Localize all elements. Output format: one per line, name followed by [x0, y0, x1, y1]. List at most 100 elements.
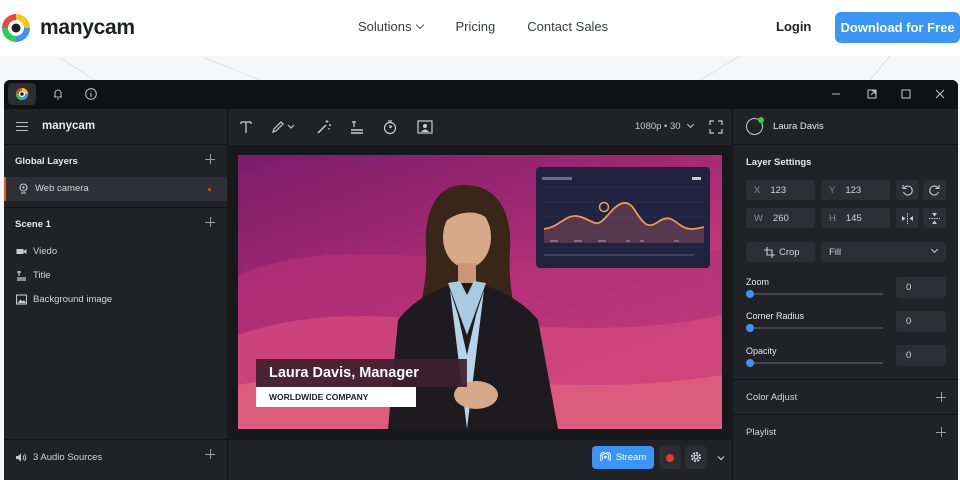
chevron-down-icon — [416, 20, 425, 30]
fit-mode-value: Fill — [829, 247, 842, 258]
user-row[interactable]: Laura Davis — [733, 109, 958, 145]
nav-contact-sales[interactable]: Contact Sales — [527, 19, 608, 34]
opacity-value[interactable]: 0 — [896, 345, 946, 366]
y-label: Y — [829, 185, 836, 196]
stream-button-label: Stream — [615, 452, 647, 463]
timer-icon[interactable] — [382, 119, 398, 135]
video-camera-icon — [16, 249, 27, 254]
app-logo-button[interactable] — [8, 83, 36, 105]
right-panel: Laura Davis Layer Settings X 123 Y 123 W 26… — [733, 109, 958, 480]
rotate-left-button[interactable] — [896, 180, 919, 200]
layer-background-image-label: Background image — [33, 294, 113, 305]
login-link[interactable]: Login — [776, 19, 811, 34]
resolution-selector[interactable]: 1080p • 30 — [635, 120, 694, 132]
corner-radius-slider-track[interactable] — [750, 327, 883, 329]
nav-pricing[interactable]: Pricing — [455, 19, 495, 34]
audio-sources-label: 3 Audio Sources — [33, 452, 103, 463]
x-value: 123 — [770, 185, 787, 196]
flip-vertical-icon — [929, 213, 940, 224]
flip-horizontal-button[interactable] — [896, 208, 919, 228]
global-layers-title: Global Layers — [15, 156, 78, 167]
pen-tool-icon[interactable] — [270, 119, 286, 135]
chevron-down-icon — [930, 245, 939, 254]
opacity-label: Opacity — [746, 346, 777, 356]
record-button[interactable] — [659, 446, 681, 469]
info-icon[interactable] — [84, 87, 98, 101]
site-header: manycam Solutions Pricing Contact Sales … — [0, 0, 960, 81]
editor-toolbar: 1080p • 30 — [227, 109, 733, 145]
bell-icon[interactable] — [51, 87, 65, 101]
opacity-slider-knob[interactable] — [746, 359, 754, 367]
crop-icon — [764, 247, 775, 258]
flip-horizontal-icon — [902, 213, 913, 224]
chroma-key-icon[interactable] — [417, 119, 433, 135]
layer-web-camera[interactable]: Web camera — [4, 177, 227, 201]
add-global-layer-icon[interactable] — [205, 154, 215, 164]
scene-title: Scene 1 — [15, 219, 51, 230]
text-tool-icon[interactable] — [238, 119, 254, 135]
x-field[interactable]: X 123 — [746, 180, 815, 200]
expand-color-adjust-icon[interactable] — [936, 392, 946, 402]
minimize-icon[interactable] — [830, 88, 842, 100]
layer-title-label: Title — [33, 270, 51, 281]
download-button[interactable]: Download for Free — [835, 12, 960, 43]
nav-solutions-label: Solutions — [358, 19, 412, 34]
layer-video-label: Viedo — [33, 246, 58, 257]
flip-vertical-button[interactable] — [923, 208, 946, 228]
zoom-slider-knob[interactable] — [746, 290, 754, 298]
settings-button[interactable] — [685, 446, 707, 469]
crop-button[interactable]: Crop — [746, 242, 815, 262]
corner-radius-label: Corner Radius — [746, 311, 805, 321]
w-field[interactable]: W 260 — [746, 208, 815, 228]
layer-web-camera-label: Web camera — [35, 183, 89, 194]
h-field[interactable]: H 145 — [821, 208, 890, 228]
chevron-down-icon[interactable] — [286, 119, 296, 135]
rotate-left-icon — [902, 185, 913, 196]
popout-icon[interactable] — [866, 88, 878, 100]
rotate-right-icon — [929, 185, 940, 196]
color-adjust-label: Color Adjust — [746, 392, 798, 403]
audio-sources-row[interactable]: 3 Audio Sources — [4, 439, 227, 475]
global-layers-header: Global Layers — [4, 145, 227, 177]
w-value: 260 — [772, 213, 789, 224]
magic-wand-icon[interactable] — [316, 119, 332, 135]
app-titlebar — [4, 80, 958, 109]
live-indicator — [208, 188, 211, 191]
h-value: 145 — [845, 213, 862, 224]
fullscreen-icon[interactable] — [709, 120, 723, 134]
left-panel: manycam Global Layers Web camera Scene 1… — [4, 109, 227, 480]
add-audio-source-icon[interactable] — [205, 449, 215, 459]
corner-radius-value[interactable]: 0 — [896, 311, 946, 332]
stream-controls: Stream — [227, 440, 733, 480]
broadcast-icon — [599, 452, 611, 462]
rotate-right-button[interactable] — [923, 180, 946, 200]
add-scene-layer-icon[interactable] — [205, 217, 215, 227]
color-adjust-row[interactable]: Color Adjust — [733, 379, 958, 414]
opacity-slider-track[interactable] — [750, 362, 883, 364]
chevron-down-icon[interactable] — [716, 453, 726, 463]
fit-mode-select[interactable]: Fill — [821, 242, 946, 262]
stream-button[interactable]: Stream — [592, 446, 654, 469]
y-value: 123 — [845, 185, 862, 196]
lower-third-name: Laura Davis, Manager — [256, 359, 467, 387]
video-preview[interactable]: Laura Davis, Manager WORLDWIDE COMPANY — [238, 155, 722, 429]
layer-title[interactable]: Title — [4, 264, 227, 288]
corner-radius-slider-knob[interactable] — [746, 324, 754, 332]
speaker-icon — [16, 453, 27, 462]
lower-third-company: WORLDWIDE COMPANY — [256, 387, 416, 407]
nav-solutions[interactable]: Solutions — [358, 19, 425, 34]
playlist-row[interactable]: Playlist — [733, 414, 958, 449]
zoom-value[interactable]: 0 — [896, 277, 946, 298]
lower-third-icon[interactable] — [349, 119, 365, 135]
zoom-slider-track[interactable] — [750, 293, 883, 295]
hamburger-menu-icon[interactable] — [16, 122, 28, 131]
site-logo[interactable]: manycam — [0, 12, 135, 44]
gear-icon — [691, 452, 701, 462]
layer-background-image[interactable]: Background image — [4, 288, 227, 312]
layer-video[interactable]: Viedo — [4, 240, 227, 264]
close-icon[interactable] — [934, 88, 946, 100]
zoom-label: Zoom — [746, 277, 770, 287]
y-field[interactable]: Y 123 — [821, 180, 890, 200]
expand-playlist-icon[interactable] — [936, 427, 946, 437]
maximize-icon[interactable] — [900, 88, 912, 100]
